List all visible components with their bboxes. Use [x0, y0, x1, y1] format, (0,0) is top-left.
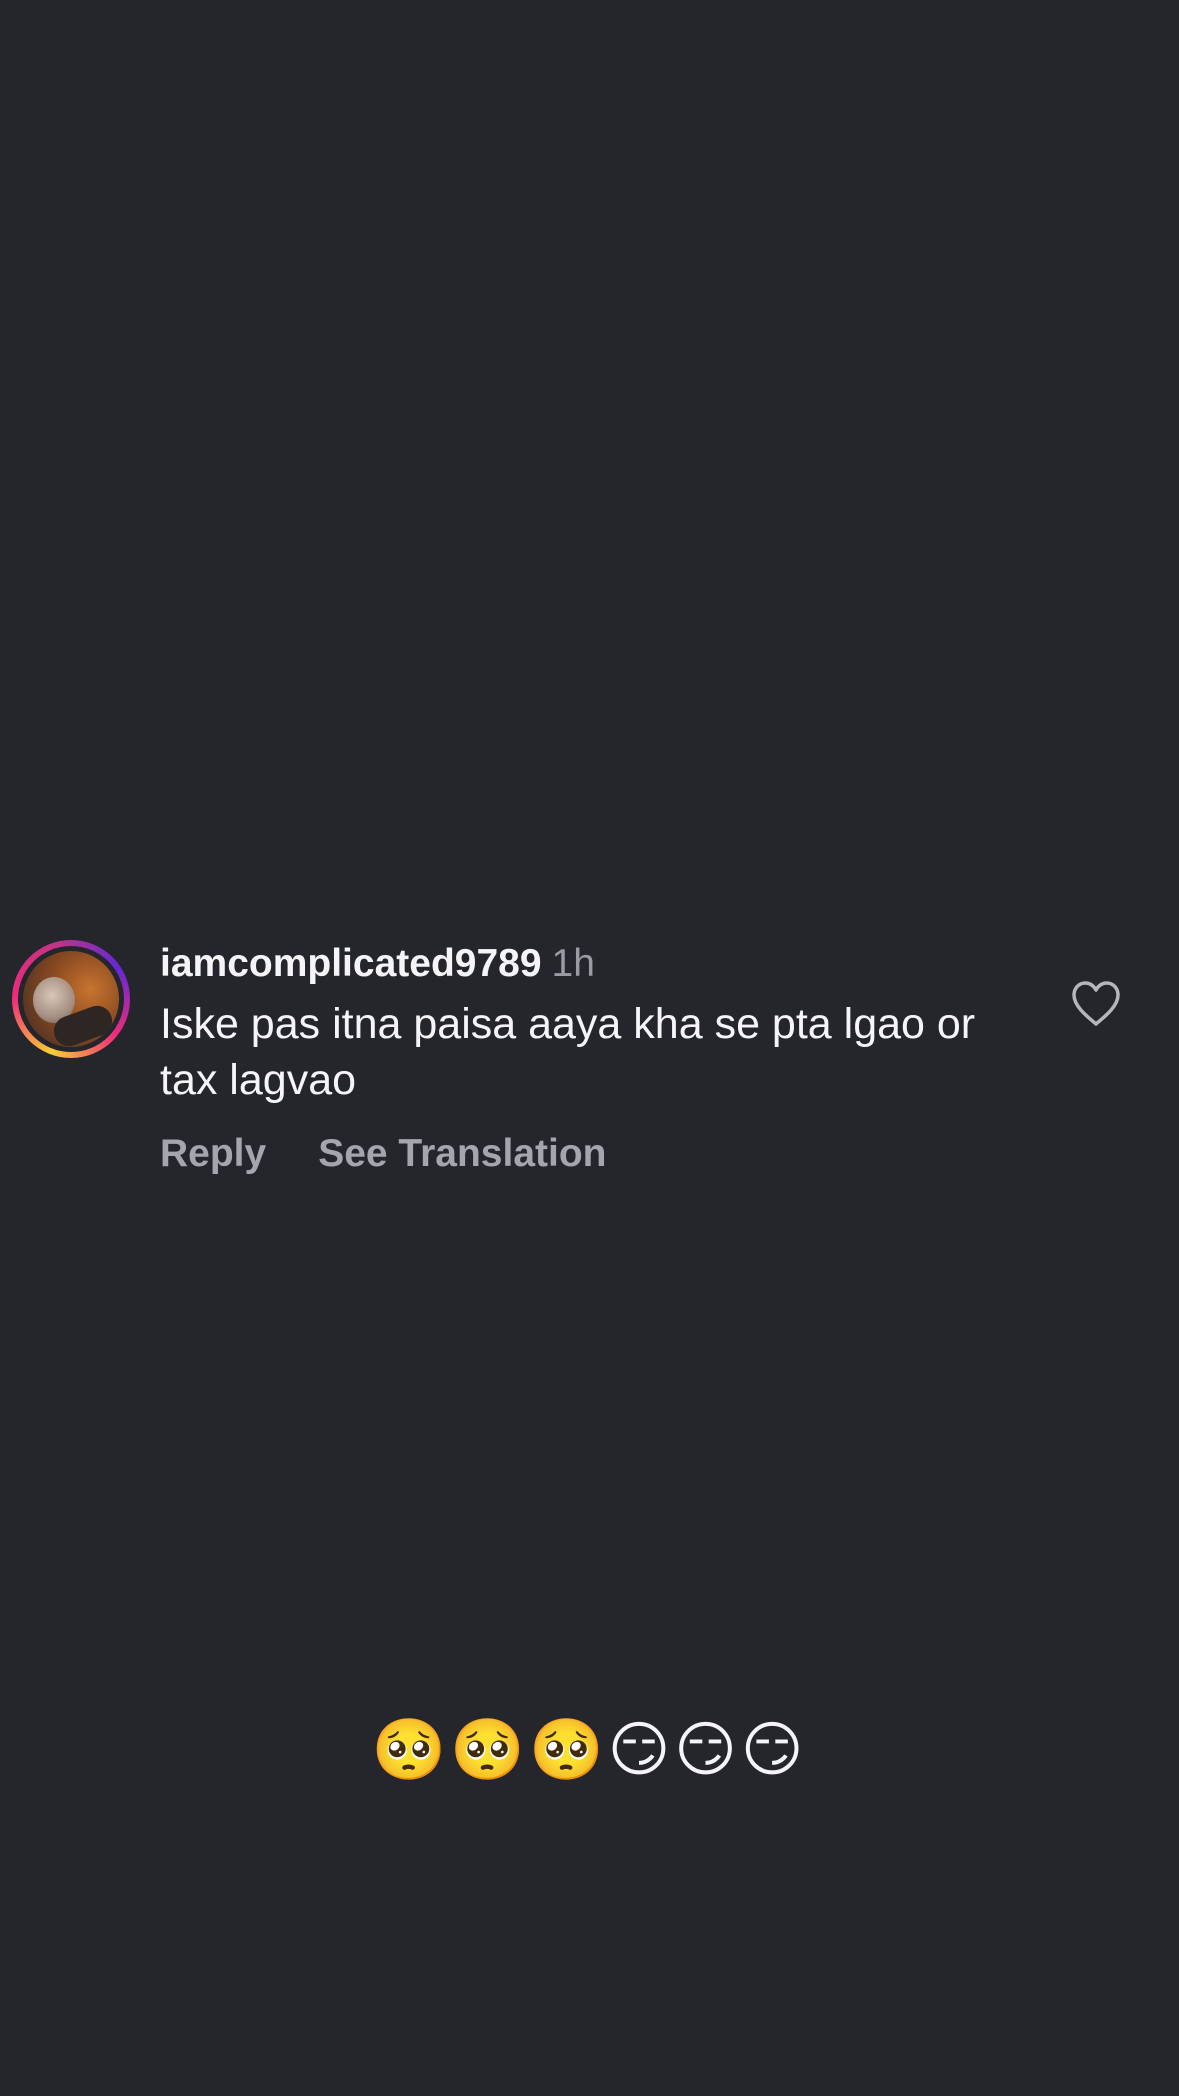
avatar-story-ring[interactable] — [12, 940, 130, 1058]
avatar[interactable] — [23, 951, 119, 1047]
avatar-ring-gap — [18, 946, 124, 1052]
comment-timestamp: 1h — [551, 942, 595, 985]
comment-header: iamcomplicated9789 1h — [160, 940, 595, 988]
see-translation-button[interactable]: See Translation — [318, 1132, 606, 1175]
caption-emojis: 🥺🥺🥺😏😏😏 — [371, 1716, 808, 1783]
comment-text: Iske pas itna paisa aaya kha se pta lgao… — [160, 1000, 976, 1104]
heart-outline-icon[interactable] — [1070, 980, 1122, 1028]
username[interactable]: iamcomplicated9789 — [160, 942, 542, 985]
comment-actions: Reply See Translation — [160, 1130, 606, 1178]
reply-button[interactable]: Reply — [160, 1132, 266, 1175]
comment-item: iamcomplicated9789 1h Iske pas itna paisa… — [0, 930, 1179, 1190]
